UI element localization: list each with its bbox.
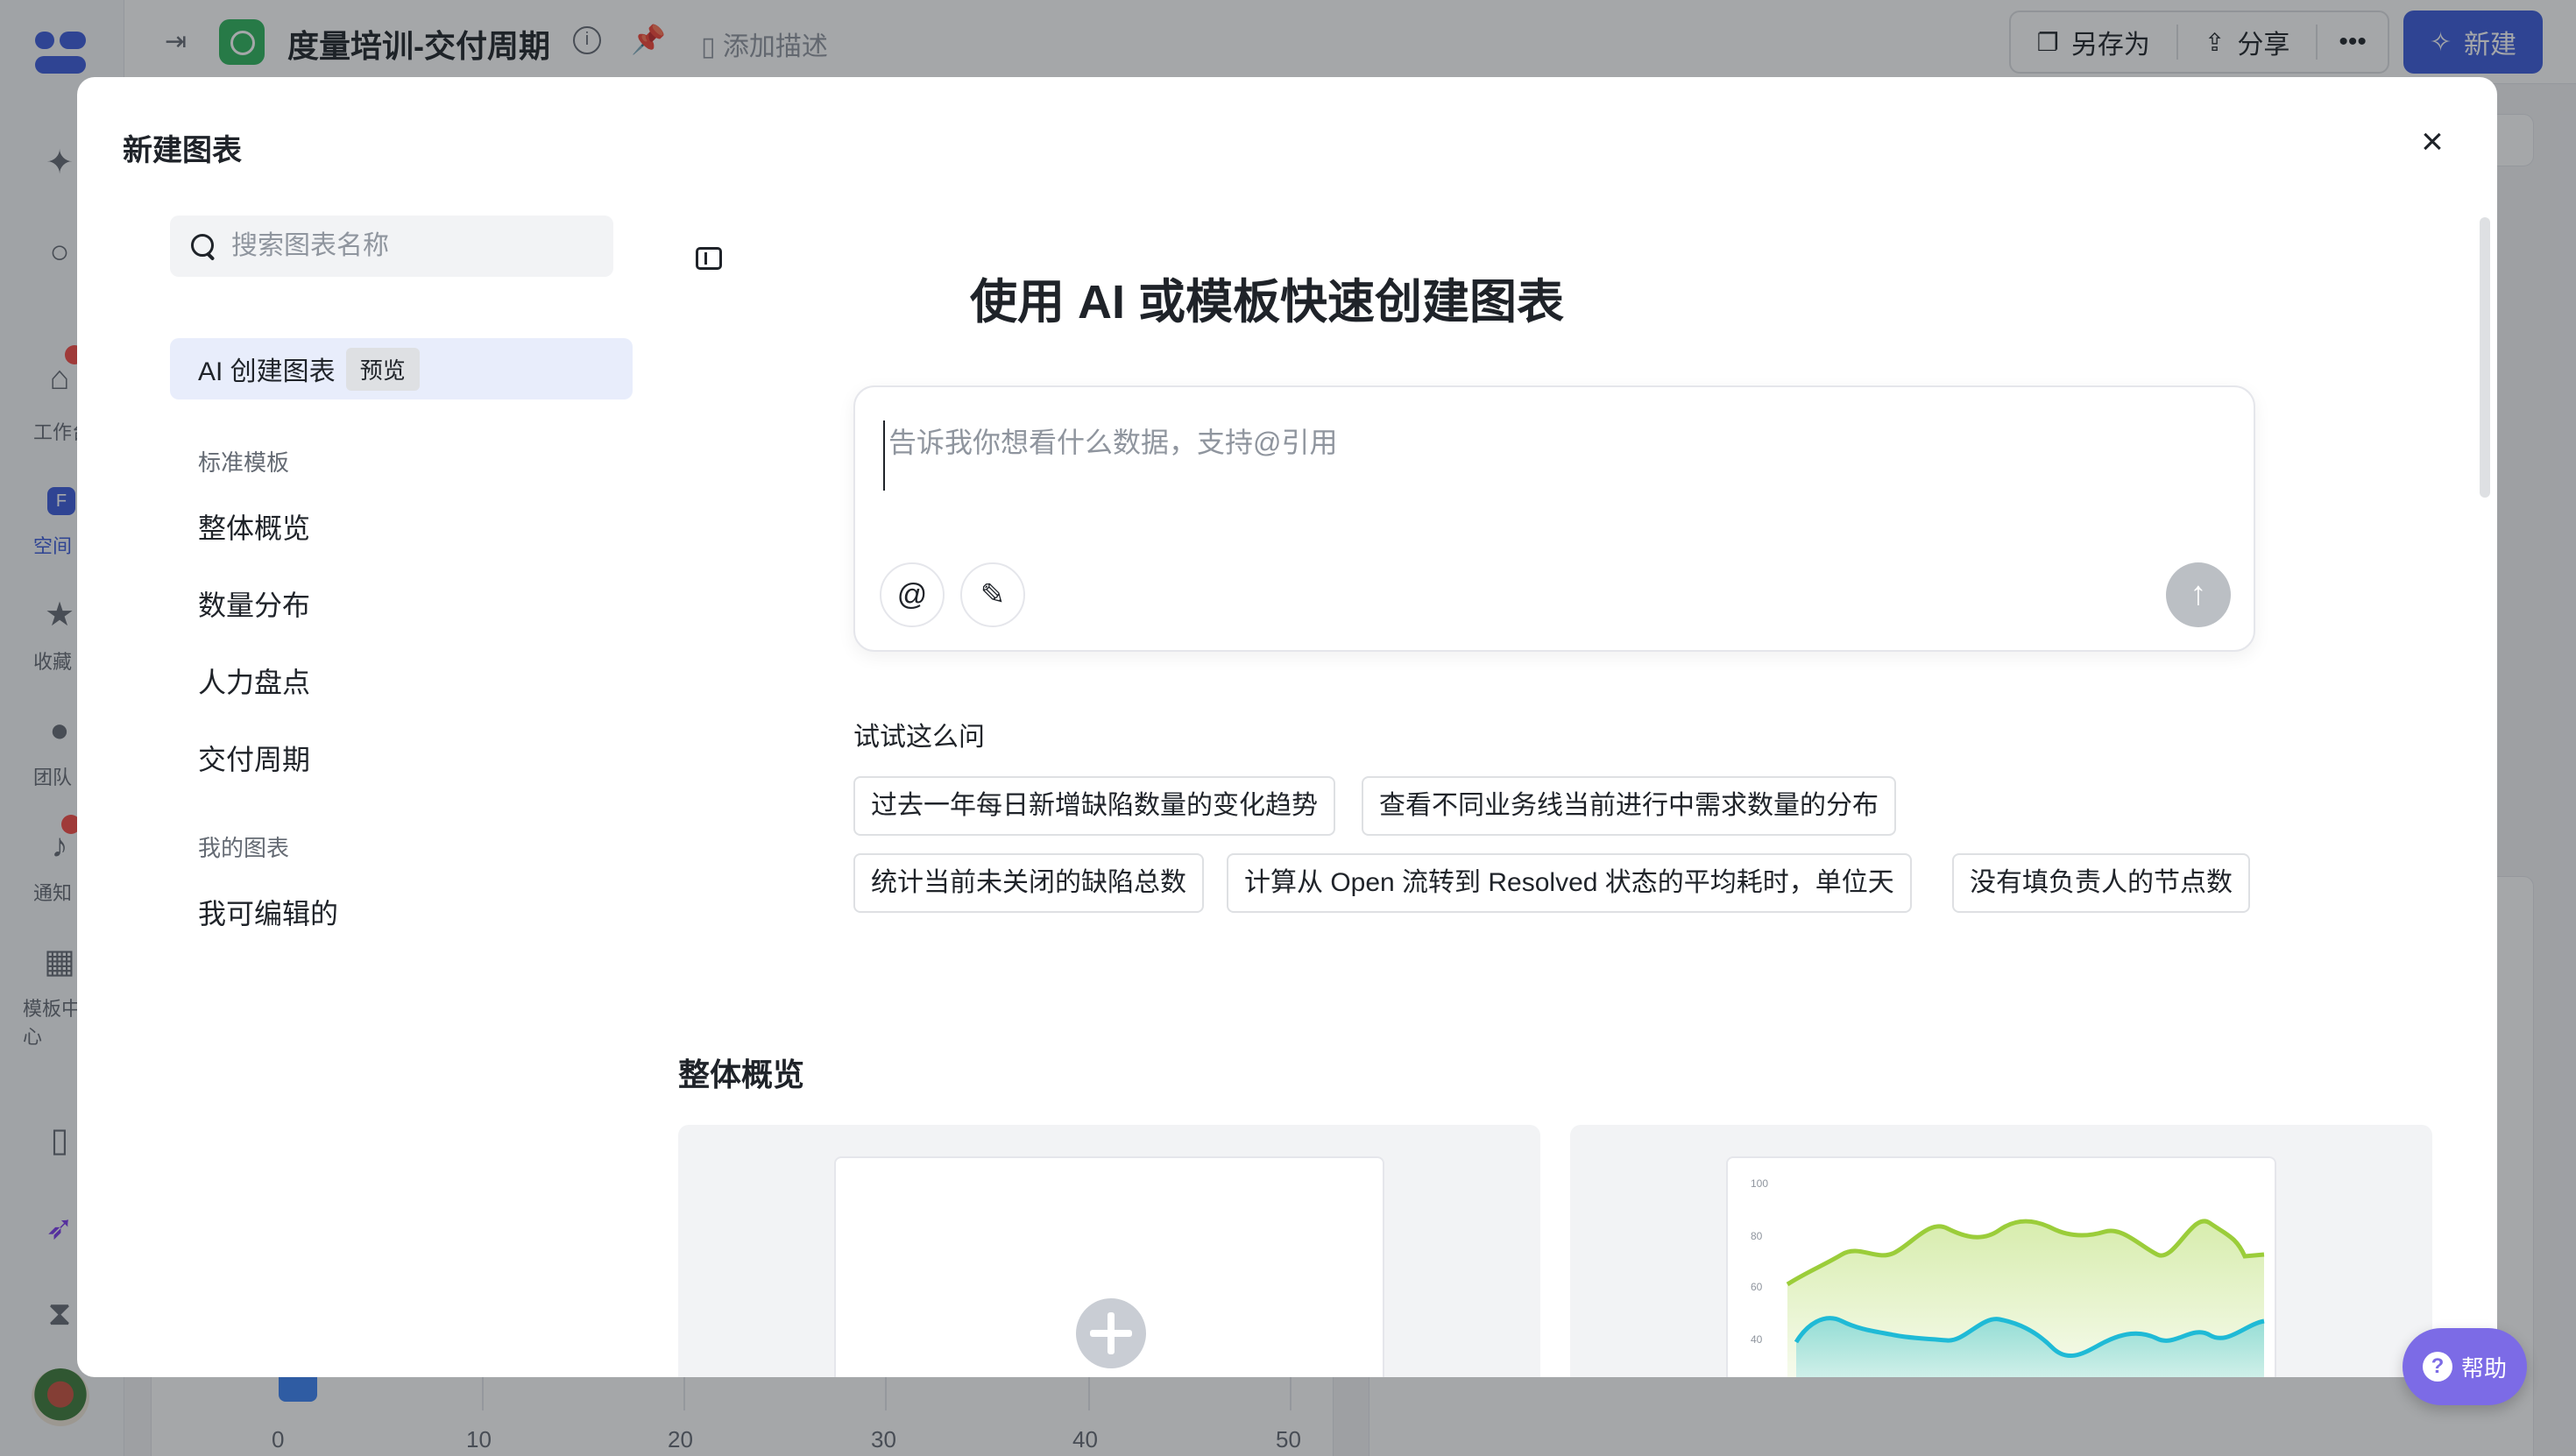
- magic-pen-icon[interactable]: ✎: [960, 562, 1025, 627]
- chart-search: [170, 216, 613, 277]
- chart-search-input[interactable]: [231, 231, 599, 261]
- template-preview: [834, 1156, 1384, 1377]
- sidebar-item-label: AI 创建图表: [198, 357, 336, 386]
- sidebar-item-delivery-cycle[interactable]: 交付周期: [198, 738, 310, 778]
- suggestion-chip[interactable]: 计算从 Open 流转到 Resolved 状态的平均耗时，单位天: [1227, 853, 1912, 913]
- sidebar-item-distribution[interactable]: 数量分布: [198, 583, 310, 624]
- template-card-blank[interactable]: [678, 1125, 1540, 1377]
- scrollbar[interactable]: [2480, 217, 2490, 498]
- template-card-trend[interactable]: 100 80 60 40: [1570, 1125, 2432, 1377]
- suggestions-label: 试试这么问: [853, 723, 985, 752]
- page-title: 使用 AI 或模板快速创建图表: [969, 276, 1564, 329]
- sidebar-item-staffing[interactable]: 人力盘点: [198, 661, 310, 701]
- group-title-mine: 我的图表: [198, 835, 290, 861]
- mention-icon[interactable]: @: [880, 562, 945, 627]
- search-icon: [189, 232, 217, 260]
- panel-toggle-icon[interactable]: [696, 247, 722, 270]
- new-chart-dialog: 新建图表 × AI 创建图表 预览 标准模板 整体概览 数量分布 人力盘点 交付…: [77, 77, 2497, 1377]
- suggestion-chip[interactable]: 没有填负责人的节点数: [1952, 853, 2250, 913]
- trend-chart-preview: [1786, 1219, 2265, 1377]
- plus-icon: [1076, 1298, 1146, 1368]
- sidebar-item-editable[interactable]: 我可编辑的: [198, 892, 338, 932]
- ai-prompt-box: @ ✎ ↑: [853, 385, 2255, 652]
- send-icon[interactable]: ↑: [2166, 562, 2231, 627]
- template-preview: 100 80 60 40: [1726, 1156, 2276, 1377]
- ai-prompt-input[interactable]: [883, 421, 2197, 491]
- suggestion-chip[interactable]: 统计当前未关闭的缺陷总数: [853, 853, 1204, 913]
- help-label: 帮助: [2460, 1354, 2507, 1382]
- sidebar-item-overview[interactable]: 整体概览: [198, 506, 310, 547]
- close-icon[interactable]: ×: [2413, 123, 2452, 161]
- suggestion-chip[interactable]: 查看不同业务线当前进行中需求数量的分布: [1362, 776, 1896, 836]
- preview-badge: 预览: [345, 347, 420, 391]
- question-icon: ?: [2422, 1352, 2452, 1382]
- sidebar-item-ai-create[interactable]: AI 创建图表 预览: [170, 338, 633, 399]
- help-button[interactable]: ? 帮助: [2403, 1328, 2527, 1405]
- group-title-standard: 标准模板: [198, 449, 290, 476]
- dialog-sidebar: AI 创建图表 预览 标准模板 整体概览 数量分布 人力盘点 交付周期 我的图表…: [77, 77, 708, 1377]
- section-title: 整体概览: [678, 1057, 805, 1092]
- suggestion-chip[interactable]: 过去一年每日新增缺陷数量的变化趋势: [853, 776, 1335, 836]
